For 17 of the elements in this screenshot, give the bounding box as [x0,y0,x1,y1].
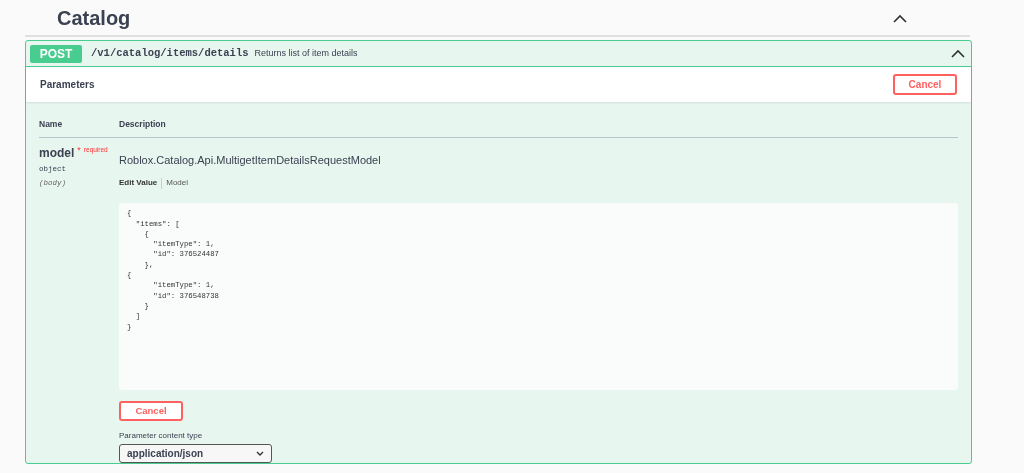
endpoint-summary: Returns list of item details [254,46,358,60]
chevron-up-icon[interactable] [951,49,965,58]
column-header: Description [119,118,166,131]
tab[interactable]: Edit Value [119,177,158,190]
chevron-up-icon[interactable] [893,13,907,23]
section-title: Catalog [57,6,131,31]
chevron-down-icon [256,451,264,457]
method-badge: POST [30,44,82,63]
model-name: Roblox.Catalog.Api.MultigetItemDetailsRequestModel [119,152,382,168]
parameter-name: model [39,144,75,162]
required-mark: * [77,143,81,157]
content-type-label: Parameter content type [119,430,204,443]
column-header: Name [39,118,64,131]
parameters-title: Parameters [40,78,95,92]
tab[interactable]: Model [166,177,189,190]
endpoint-path[interactable]: /v1/catalog/items/details [91,45,249,62]
content-type-select[interactable]: application/json [119,444,272,464]
